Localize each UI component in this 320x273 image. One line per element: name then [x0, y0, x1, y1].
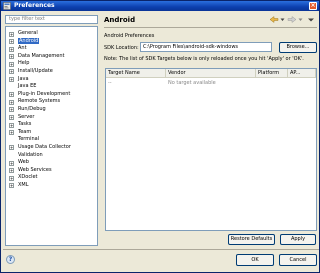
- back-arrow-icon[interactable]: [269, 15, 279, 24]
- expand-icon[interactable]: +: [9, 183, 14, 189]
- footer-separator: [3, 249, 319, 250]
- window-title: Preferences: [14, 2, 55, 9]
- forward-arrow-icon[interactable]: [287, 15, 297, 24]
- tree-item-label: XML: [18, 181, 29, 188]
- tree-item[interactable]: + Remote Systems: [6, 98, 97, 106]
- back-dropdown-icon[interactable]: [280, 15, 285, 24]
- expand-icon[interactable]: +: [9, 168, 14, 174]
- tree-item[interactable]: + Data Management: [6, 53, 97, 61]
- expand-icon[interactable]: +: [9, 54, 14, 60]
- tree-item[interactable]: + Usage Data Collector: [6, 144, 97, 152]
- tree-item-label: Usage Data Collector: [18, 143, 71, 150]
- expand-icon[interactable]: +: [9, 107, 14, 113]
- tree-item-label: Plug-in Development: [18, 90, 71, 97]
- tree-item-label: Data Management: [18, 52, 65, 59]
- expand-icon[interactable]: +: [9, 145, 14, 151]
- sdk-targets-table[interactable]: Target Name Vendor Platform AP... -- No …: [105, 68, 317, 231]
- tree-item-label: XDoclet: [18, 174, 38, 181]
- column-header-target-name[interactable]: Target Name: [106, 69, 166, 78]
- apply-button[interactable]: Apply: [280, 234, 316, 245]
- tree-item-label: Terminal: [18, 136, 40, 143]
- tree-item[interactable]: + Ant: [6, 45, 97, 53]
- tree-item[interactable]: + Team: [6, 129, 97, 137]
- tree-item[interactable]: + Server: [6, 114, 97, 122]
- cell-vendor: No target available: [168, 80, 216, 86]
- expand-icon[interactable]: +: [9, 46, 14, 52]
- tree-item[interactable]: + Java: [6, 76, 97, 84]
- tree-item-label: Ant: [18, 45, 27, 52]
- expand-icon[interactable]: +: [9, 175, 14, 181]
- column-header-api[interactable]: AP...: [288, 69, 316, 78]
- tree-item-label: Android: [18, 37, 40, 44]
- filter-input[interactable]: type filter text: [5, 15, 98, 24]
- close-button[interactable]: ×: [309, 2, 317, 10]
- preferences-window: Preferences × type filter text + General +…: [0, 0, 320, 273]
- tree-item[interactable]: + XDoclet: [6, 174, 97, 182]
- view-menu-icon[interactable]: [307, 15, 315, 24]
- title-bar[interactable]: Preferences ×: [1, 1, 319, 11]
- tree-item[interactable]: Validation: [6, 152, 97, 160]
- tree-item-label: Server: [18, 113, 35, 120]
- tree-item-label: Remote Systems: [18, 98, 61, 105]
- tree-item-label: Tasks: [18, 121, 32, 128]
- expand-icon[interactable]: +: [9, 115, 14, 121]
- expand-icon[interactable]: +: [9, 61, 14, 67]
- expand-icon[interactable]: +: [9, 92, 14, 98]
- tree-item-label: Java: [18, 75, 29, 82]
- tree-item[interactable]: + Help: [6, 60, 97, 68]
- table-row[interactable]: -- No target available: [106, 79, 316, 87]
- tree-item-label: Web: [18, 159, 29, 166]
- tree-item-label: Validation: [18, 151, 43, 158]
- tree-item-label: Run/Debug: [18, 105, 46, 112]
- close-icon: ×: [310, 2, 316, 9]
- tree-item[interactable]: Java EE: [6, 83, 97, 91]
- sdk-note: Note: The list of SDK Targets below is o…: [104, 56, 304, 62]
- tree-item-label: Help: [18, 60, 30, 67]
- sdk-location-label: SDK Location:: [104, 45, 139, 51]
- help-icon[interactable]: ?: [6, 255, 15, 264]
- tree-item[interactable]: Terminal: [6, 136, 97, 144]
- tree-item[interactable]: + Android: [6, 37, 97, 46]
- preferences-tree[interactable]: + General + Android + Ant + Data Management + Hel…: [5, 26, 98, 246]
- tree-item-label: Team: [18, 128, 32, 135]
- sdk-location-field[interactable]: C:\Program Files\android-sdk-windows: [140, 42, 272, 52]
- cell-target-name: --: [108, 80, 112, 86]
- expand-icon[interactable]: +: [9, 122, 14, 128]
- section-label: Android Preferences: [104, 33, 155, 39]
- expand-icon[interactable]: +: [9, 99, 14, 105]
- expand-icon[interactable]: +: [9, 130, 14, 136]
- tree-item[interactable]: + General: [6, 30, 97, 38]
- browse-button[interactable]: Browse...: [279, 42, 317, 53]
- column-header-platform[interactable]: Platform: [256, 69, 288, 78]
- expand-icon[interactable]: +: [9, 39, 14, 45]
- restore-defaults-button[interactable]: Restore Defaults: [228, 234, 275, 245]
- expand-icon[interactable]: +: [9, 77, 14, 83]
- tree-item[interactable]: + Web: [6, 159, 97, 167]
- tree-item[interactable]: + Web Services: [6, 167, 97, 175]
- expand-icon[interactable]: +: [9, 31, 14, 37]
- tree-item[interactable]: + Install/Update: [6, 68, 97, 76]
- tree-item[interactable]: + Tasks: [6, 121, 97, 129]
- cancel-button[interactable]: Cancel: [279, 254, 317, 266]
- page-title: Android: [104, 16, 136, 24]
- expand-icon[interactable]: +: [9, 69, 14, 75]
- tree-item-label: Web Services: [18, 166, 52, 173]
- title-separator: [104, 27, 317, 28]
- tree-item[interactable]: + Plug-in Development: [6, 91, 97, 99]
- ok-button[interactable]: OK: [236, 254, 274, 266]
- page-navigation: [267, 15, 317, 24]
- tree-item[interactable]: + XML: [6, 182, 97, 190]
- expand-icon[interactable]: +: [9, 160, 14, 166]
- preferences-icon: [3, 2, 11, 10]
- column-header-vendor[interactable]: Vendor: [166, 69, 256, 78]
- tree-item[interactable]: + Run/Debug: [6, 106, 97, 114]
- tree-item-label: General: [18, 30, 38, 36]
- tree-item-label: Java EE: [18, 83, 37, 90]
- tree-item-label: Install/Update: [18, 67, 53, 74]
- forward-dropdown-icon[interactable]: [298, 15, 303, 24]
- table-header: Target Name Vendor Platform AP...: [106, 69, 316, 78]
